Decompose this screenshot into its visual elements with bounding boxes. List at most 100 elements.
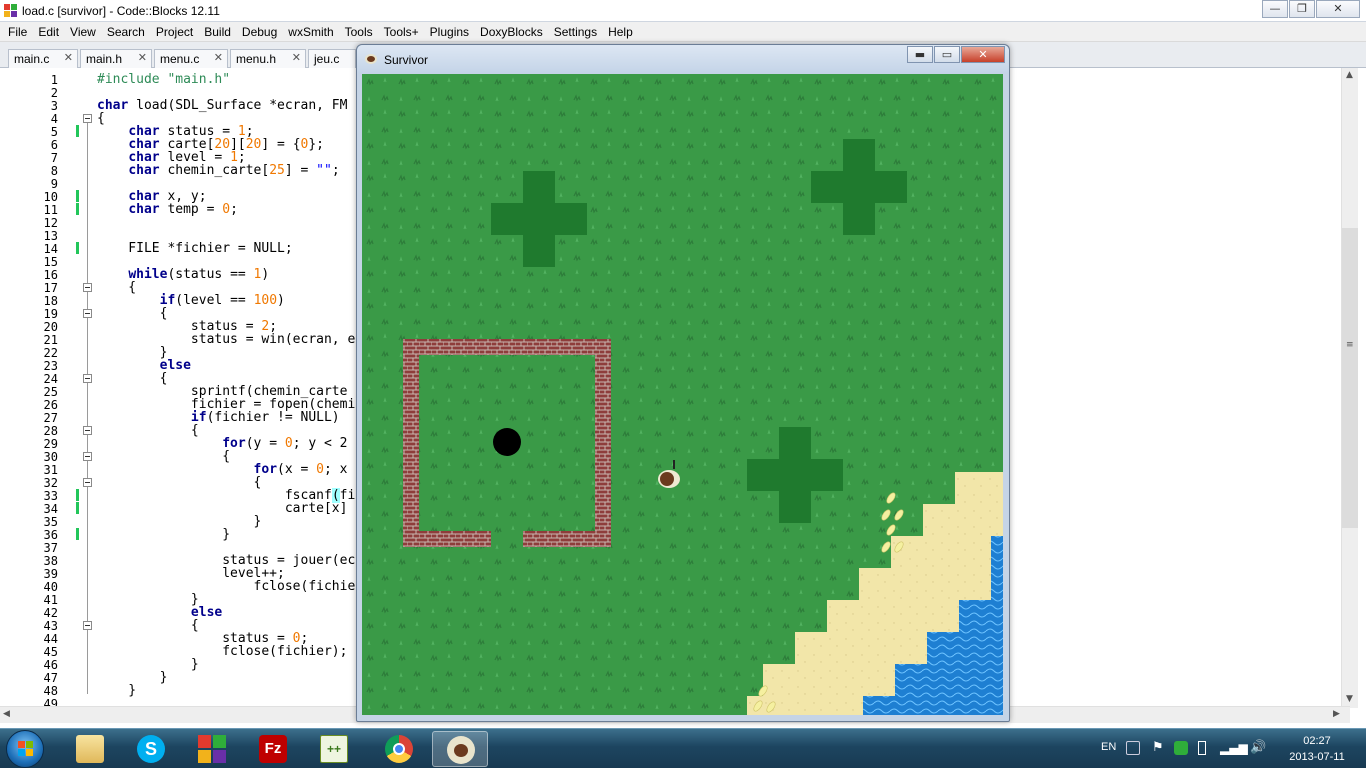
menu-edit[interactable]: Edit [34, 25, 66, 39]
game-maximize-button[interactable]: ▭ [934, 46, 960, 63]
taskbar-skype-button[interactable]: S [123, 731, 179, 767]
code-token: ) [277, 293, 285, 308]
line-number: 28 [43, 424, 58, 438]
tab-main-h[interactable]: main.h ✕ [80, 49, 152, 68]
fold-guide-line [87, 122, 88, 694]
tab-close-icon[interactable]: ✕ [292, 51, 301, 64]
tab-close-icon[interactable]: ✕ [214, 51, 223, 64]
battery-icon[interactable] [1198, 741, 1206, 755]
line-number: 8 [50, 164, 58, 178]
line-number: 45 [43, 645, 58, 659]
fold-toggle-icon[interactable] [83, 426, 92, 435]
maximize-button[interactable]: ❐ [1289, 0, 1315, 18]
code-token: (x = [277, 462, 317, 477]
menu-doxyblocks[interactable]: DoxyBlocks [476, 25, 550, 39]
game-close-button[interactable]: ✕ [961, 46, 1005, 63]
codeblocks-icon [198, 735, 226, 763]
clock-time: 02:27 [1303, 735, 1331, 747]
tab-menu-c[interactable]: menu.c ✕ [154, 49, 228, 68]
fold-toggle-icon[interactable] [83, 283, 92, 292]
clock[interactable]: 02:27 2013-07-11 [1282, 733, 1352, 765]
vertical-scrollbar[interactable]: ▲ ≡ ▼ [1341, 68, 1358, 708]
taskbar-chrome-button[interactable] [371, 731, 427, 767]
menu-plugins[interactable]: Plugins [426, 25, 476, 39]
scroll-up-icon[interactable]: ▲ [1346, 70, 1353, 80]
start-button[interactable] [6, 730, 44, 768]
codeblocks-app-icon [4, 4, 18, 18]
line-number: 46 [43, 658, 58, 672]
volume-icon[interactable]: 🔊 [1250, 741, 1266, 755]
scroll-right-icon[interactable]: ▶ [1333, 709, 1340, 719]
windows-taskbar: S Fz ++ EN ⚑ ▂▄▆ 🔊 02:27 2013-07-11 [0, 728, 1366, 768]
game-canvas[interactable] [362, 74, 1003, 715]
menu-project[interactable]: Project [152, 25, 200, 39]
line-number: 24 [43, 372, 58, 386]
close-button[interactable]: ✕ [1316, 0, 1360, 18]
scroll-down-icon[interactable]: ▼ [1346, 694, 1353, 704]
menu-tools-[interactable]: Tools+ [380, 25, 426, 39]
menu-build[interactable]: Build [200, 25, 238, 39]
tab-label: main.c [14, 52, 50, 66]
code-token: "" [316, 163, 332, 178]
fold-toggle-icon[interactable] [83, 114, 92, 123]
scroll-left-icon[interactable]: ◀ [3, 709, 10, 719]
menu-wxsmith[interactable]: wxSmith [284, 25, 340, 39]
menu-tools[interactable]: Tools [341, 25, 380, 39]
fold-toggle-icon[interactable] [83, 478, 92, 487]
taskbar-codeblocks-button[interactable] [184, 731, 240, 767]
menu-debug[interactable]: Debug [238, 25, 284, 39]
line-number: 11 [43, 203, 58, 217]
changed-line-marker [76, 190, 79, 202]
tab-close-icon[interactable]: ✕ [64, 51, 73, 64]
code-token: ; x [324, 462, 348, 477]
game-titlebar[interactable]: Survivor ▬ ▭ ✕ [357, 45, 1009, 73]
taskbar-filezilla-button[interactable]: Fz [245, 731, 301, 767]
menu-search[interactable]: Search [103, 25, 152, 39]
taskbar-survivor-button[interactable] [432, 731, 488, 767]
code-token: ; [331, 163, 340, 178]
tab-close-icon[interactable]: ✕ [138, 51, 147, 64]
changed-line-marker [76, 502, 79, 514]
menu-view[interactable]: View [66, 25, 103, 39]
code-token: char [128, 202, 160, 217]
line-number: 30 [43, 450, 58, 464]
game-minimize-button[interactable]: ▬ [907, 46, 933, 63]
line-number: 44 [43, 632, 58, 646]
scroll-thumb[interactable] [1342, 228, 1358, 528]
line-number: 18 [43, 294, 58, 308]
tab-menu-h[interactable]: menu.h ✕ [230, 49, 306, 68]
line-number: 26 [43, 398, 58, 412]
tab-main-c[interactable]: main.c ✕ [8, 49, 78, 68]
taskbar-notepadpp-button[interactable]: ++ [306, 731, 362, 767]
fold-toggle-icon[interactable] [83, 374, 92, 383]
menu-bar: File Edit View Search Project Build Debug wxSmi… [0, 22, 1366, 42]
line-number: 17 [43, 281, 58, 295]
tab-label: menu.c [160, 52, 200, 66]
code-line: FILE *fichier = NULL; [97, 242, 292, 255]
menu-settings[interactable]: Settings [550, 25, 604, 39]
menu-help[interactable]: Help [604, 25, 640, 39]
minimize-button[interactable]: — [1262, 0, 1288, 18]
fold-toggle-icon[interactable] [83, 621, 92, 630]
taskbar-explorer-button[interactable] [62, 731, 118, 767]
filezilla-icon: Fz [259, 735, 287, 763]
flag-icon[interactable]: ⚑ [1152, 741, 1166, 755]
survivor-app-icon [365, 54, 377, 64]
line-number: 37 [43, 541, 58, 555]
fold-toggle-icon[interactable] [83, 452, 92, 461]
tab-jeu-c[interactable]: jeu.c [308, 49, 356, 68]
fold-toggle-icon[interactable] [83, 309, 92, 318]
security-icon[interactable] [1174, 741, 1188, 755]
menu-file[interactable]: File [4, 25, 34, 39]
notepad-plus-plus-icon: ++ [320, 735, 348, 763]
changed-line-marker [76, 528, 79, 540]
survivor-icon [447, 736, 475, 764]
survivor-game-window[interactable]: Survivor ▬ ▭ ✕ [356, 44, 1010, 722]
language-indicator[interactable]: EN [1101, 741, 1116, 753]
line-number: 6 [50, 138, 58, 152]
line-number: 22 [43, 346, 58, 360]
code-token: 20 [245, 137, 262, 152]
signal-icon[interactable]: ▂▄▆ [1220, 741, 1248, 755]
keyboard-icon[interactable] [1126, 741, 1140, 755]
clock-date: 2013-07-11 [1289, 751, 1345, 763]
